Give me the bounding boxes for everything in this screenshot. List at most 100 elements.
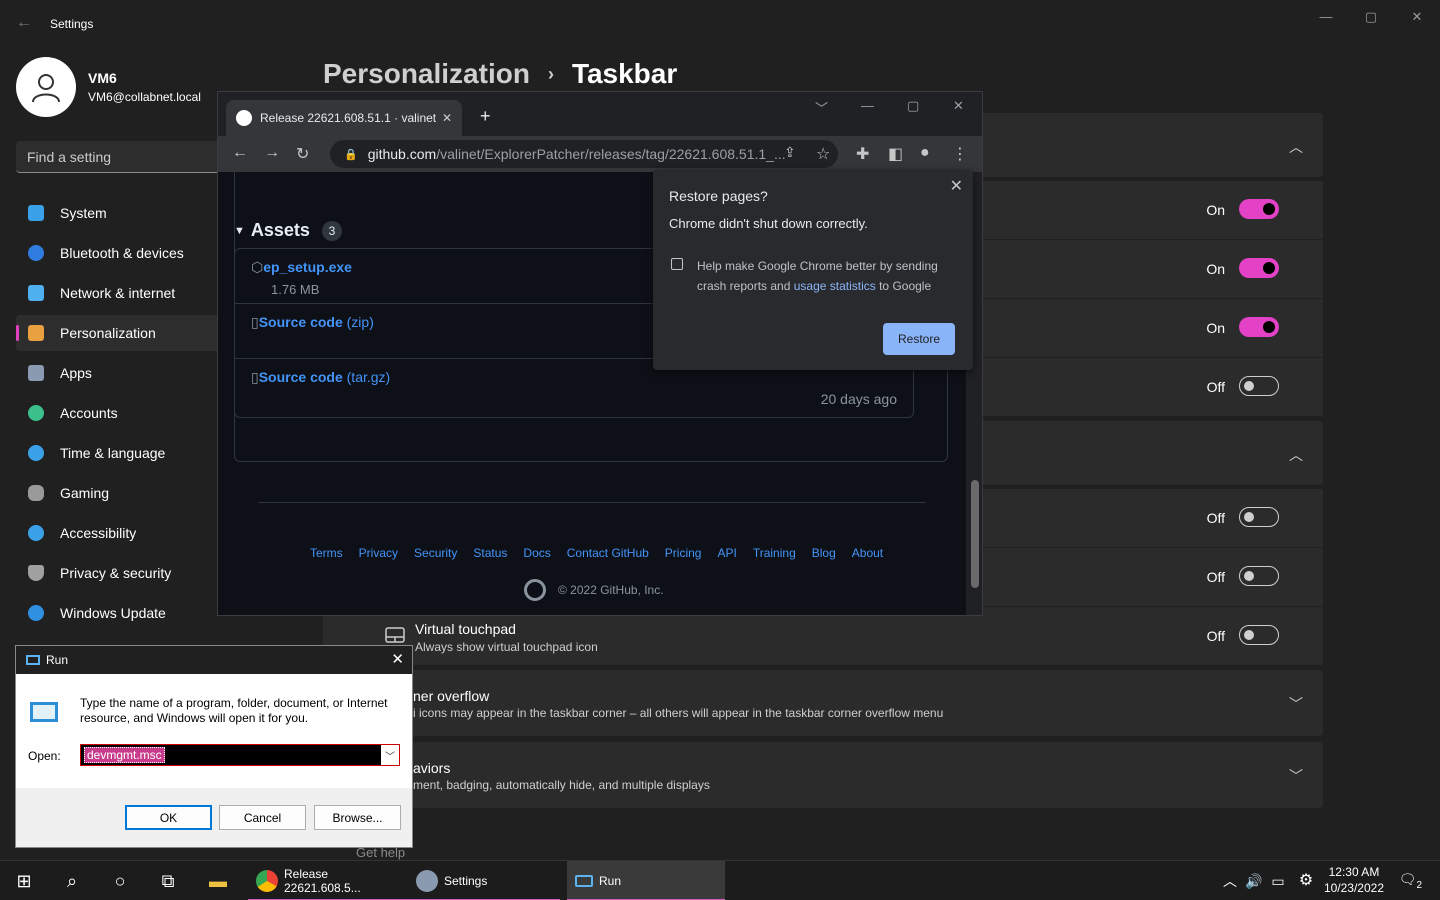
restore-button[interactable]: Restore: [883, 323, 955, 355]
divider: [258, 502, 926, 503]
taskbar-app-chrome[interactable]: Release 22621.608.5...: [248, 861, 408, 900]
network-icon[interactable]: ▭: [1266, 869, 1290, 893]
address-bar[interactable]: 🔒 github.com/valinet/ExplorerPatcher/rel…: [330, 140, 838, 168]
taskbar-app-run[interactable]: Run: [567, 861, 725, 900]
toggle-switch[interactable]: [1239, 199, 1279, 219]
footer-link[interactable]: Status: [473, 546, 507, 560]
menu-kebab-icon[interactable]: ⋮: [952, 144, 968, 164]
footer-link[interactable]: Terms: [310, 546, 343, 560]
row-subtitle: i icons may appear in the taskbar corner…: [413, 706, 944, 720]
chevron-down-icon[interactable]: ﹀: [381, 745, 399, 765]
sidebar-item-label: Personalization: [60, 325, 156, 341]
person-icon: [32, 74, 60, 103]
profile-email: VM6@collabnet.local: [88, 90, 201, 104]
github-logo-icon[interactable]: [524, 579, 546, 601]
volume-icon[interactable]: 🔊: [1242, 869, 1266, 893]
assets-title: Assets: [250, 220, 310, 240]
tab-search-icon[interactable]: ﹀: [815, 98, 828, 117]
windows-start-icon[interactable]: ⊞: [12, 869, 36, 893]
footer-link[interactable]: Blog: [812, 546, 836, 560]
close-icon[interactable]: ✕: [391, 650, 404, 668]
cancel-button[interactable]: Cancel: [219, 805, 306, 830]
file-explorer-icon[interactable]: ▬: [206, 869, 230, 893]
footer-link[interactable]: API: [717, 546, 736, 560]
minimize-icon[interactable]: —: [861, 98, 874, 113]
reload-icon[interactable]: ↻: [296, 144, 309, 164]
run-program-icon: [30, 702, 58, 722]
taskbar-app-label: Settings: [444, 874, 488, 888]
row-title: aviors: [413, 760, 451, 776]
section-behaviors[interactable]: aviors ment, badging, automatically hide…: [323, 742, 1323, 808]
footer-link[interactable]: Pricing: [665, 546, 702, 560]
breadcrumb-separator: ›: [547, 63, 554, 84]
side-panel-icon[interactable]: ◧: [888, 144, 903, 164]
row-subtitle: ment, badging, automatically hide, and m…: [413, 778, 710, 792]
share-icon[interactable]: ⇪: [784, 144, 796, 161]
crash-report-checkbox[interactable]: [671, 258, 683, 270]
forward-icon[interactable]: →: [264, 144, 280, 162]
minimize-icon[interactable]: —: [1303, 6, 1349, 28]
toggle-switch[interactable]: [1239, 376, 1279, 396]
url-host: github.com: [367, 146, 437, 162]
monitor-icon: [28, 205, 44, 221]
toggle-state-label: Off: [1206, 510, 1225, 526]
toggle-state-label: On: [1206, 320, 1225, 336]
chevron-up-icon[interactable]: ︿: [1218, 869, 1242, 893]
footer-link[interactable]: About: [852, 546, 883, 560]
browse-button[interactable]: Browse...: [314, 805, 401, 830]
asset-link[interactable]: ▯Source code (tar.gz): [251, 369, 897, 386]
zip-file-icon: ▯: [251, 369, 259, 385]
usage-statistics-link[interactable]: usage statistics: [794, 279, 876, 293]
footer-link[interactable]: Docs: [523, 546, 550, 560]
accessibility-icon: [28, 525, 44, 541]
assets-heading[interactable]: ▼ Assets 3: [234, 220, 342, 241]
toggle-switch[interactable]: [1239, 317, 1279, 337]
toggle-switch[interactable]: [1239, 258, 1279, 278]
toggle-state-label: Off: [1206, 569, 1225, 585]
bubble-message: Chrome didn't shut down correctly.: [669, 216, 868, 231]
maximize-icon[interactable]: ▢: [1348, 6, 1394, 28]
cortana-icon[interactable]: ○: [108, 869, 132, 893]
chevron-up-icon: ︿: [1289, 447, 1303, 463]
task-view-icon[interactable]: ⧉: [156, 869, 180, 893]
account-icon: [28, 405, 44, 421]
run-body: Type the name of a program, folder, docu…: [16, 674, 412, 788]
user-profile[interactable]: VM6 VM6@collabnet.local: [16, 57, 201, 117]
open-input-value[interactable]: devmgmt.msc: [84, 747, 165, 763]
chrome-toolbar: ← → ↻ 🔒 github.com/valinet/ExplorerPatch…: [218, 136, 982, 172]
new-tab-icon[interactable]: +: [480, 106, 491, 127]
close-icon[interactable]: ✕: [950, 176, 963, 196]
run-titlebar: Run ✕: [16, 646, 412, 674]
notification-icon[interactable]: 🗨2: [1399, 871, 1422, 891]
taskbar-app-settings[interactable]: Settings: [408, 861, 560, 900]
open-combobox[interactable]: devmgmt.msc ﹀: [80, 744, 400, 766]
toggle-switch[interactable]: [1239, 625, 1279, 645]
close-icon[interactable]: ✕: [953, 98, 964, 114]
ok-button[interactable]: OK: [125, 805, 212, 830]
star-icon[interactable]: ☆: [816, 144, 830, 164]
extensions-icon[interactable]: ✚: [856, 144, 869, 164]
section-corner-overflow[interactable]: ner overflow i icons may appear in the t…: [323, 670, 1323, 736]
profile-icon[interactable]: ●: [920, 144, 930, 162]
search-icon[interactable]: ⌕: [60, 869, 84, 893]
scroll-thumb[interactable]: [971, 480, 979, 588]
close-icon[interactable]: ✕: [1394, 6, 1440, 28]
gear-icon: [416, 870, 438, 892]
footer-link[interactable]: Privacy: [359, 546, 398, 560]
apps-icon: [28, 365, 44, 381]
toggle-switch[interactable]: [1239, 507, 1279, 527]
sidebar-item-label: Accessibility: [60, 525, 137, 541]
browser-tab[interactable]: Release 22621.608.51.1 · valinet/E ✕: [226, 100, 462, 136]
toggle-switch[interactable]: [1239, 566, 1279, 586]
run-icon: [575, 875, 593, 887]
breadcrumb-parent[interactable]: Personalization: [323, 58, 530, 90]
gear-icon[interactable]: ⚙: [1294, 869, 1318, 893]
footer-link[interactable]: Contact GitHub: [567, 546, 649, 560]
tab-close-icon[interactable]: ✕: [442, 111, 452, 125]
maximize-icon[interactable]: ▢: [907, 98, 919, 114]
system-clock[interactable]: 12:30 AM 10/23/2022: [1324, 864, 1384, 896]
back-icon[interactable]: ←: [232, 144, 248, 162]
footer-link[interactable]: Training: [753, 546, 796, 560]
footer-link[interactable]: Security: [414, 546, 457, 560]
back-arrow-icon[interactable]: ←: [16, 14, 32, 32]
